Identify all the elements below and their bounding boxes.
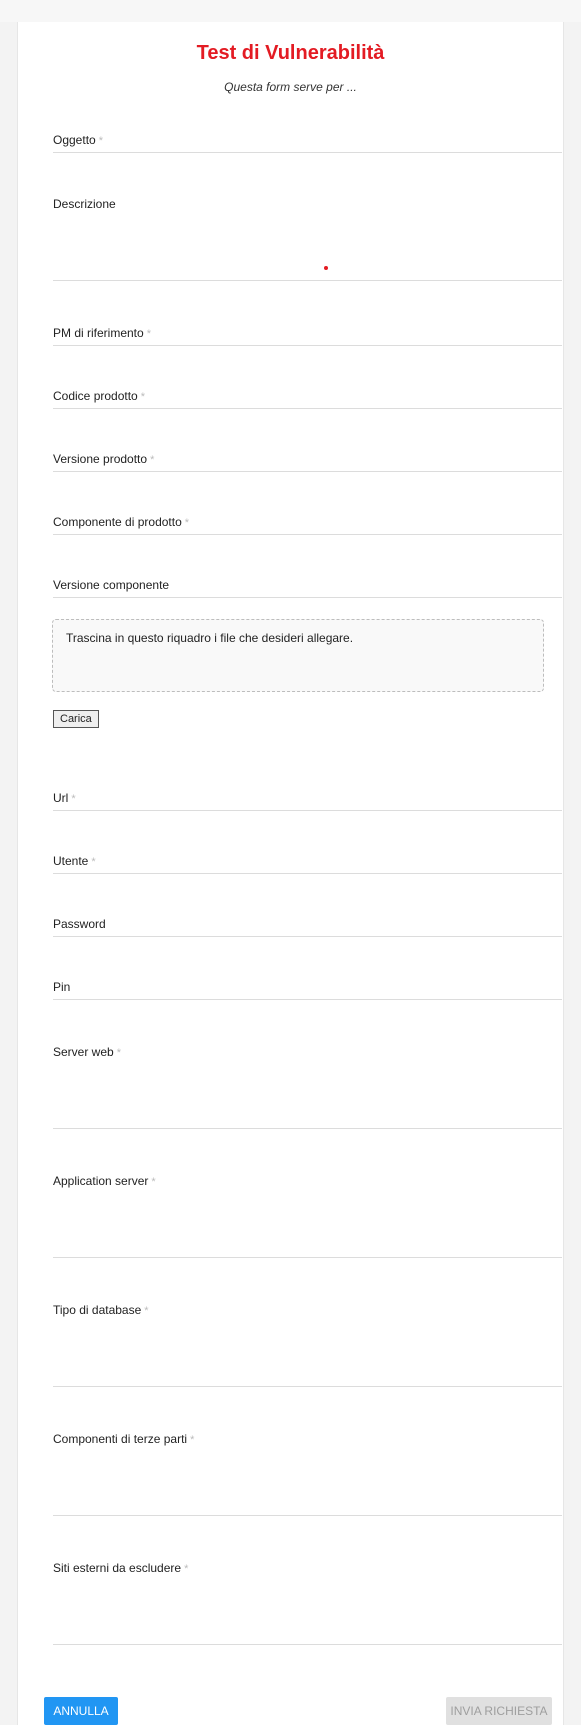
- upload-button[interactable]: Carica: [53, 710, 99, 728]
- versione-prodotto-field[interactable]: Versione prodotto *: [53, 450, 562, 472]
- codice-prodotto-field[interactable]: Codice prodotto *: [53, 387, 562, 409]
- utente-field[interactable]: Utente *: [53, 852, 562, 874]
- required-marker: *: [144, 1305, 149, 1317]
- url-label: Url: [53, 791, 69, 805]
- application-server-field[interactable]: Application server *: [53, 1172, 562, 1258]
- terze-parti-field[interactable]: Componenti di terze parti *: [53, 1430, 562, 1516]
- form-subtitle: Questa form serve per ...: [224, 80, 357, 94]
- required-marker: *: [91, 856, 96, 868]
- field-underline: [53, 936, 562, 937]
- componente-prodotto-label: Componente di prodotto: [53, 515, 182, 529]
- descrizione-label: Descrizione: [53, 197, 116, 211]
- field-underline: [53, 873, 562, 874]
- oggetto-label: Oggetto: [53, 133, 96, 147]
- submit-button[interactable]: INVIA RICHIESTA: [446, 1697, 552, 1725]
- field-underline: [53, 408, 562, 409]
- descrizione-field[interactable]: Descrizione: [53, 195, 562, 281]
- form-card: Test di Vulnerabilità Questa form serve …: [17, 22, 564, 1725]
- required-marker: *: [184, 517, 190, 529]
- field-underline: [53, 1128, 562, 1129]
- pin-label: Pin: [53, 980, 71, 994]
- dropzone-text: Trascina in questo riquadro i file che d…: [66, 631, 354, 645]
- password-field[interactable]: Password: [53, 915, 562, 937]
- cancel-button[interactable]: ANNULLA: [44, 1697, 118, 1725]
- terze-parti-label: Componenti di terze parti: [53, 1432, 188, 1446]
- pin-field[interactable]: Pin: [53, 978, 562, 1000]
- field-underline: [53, 1257, 562, 1258]
- file-dropzone[interactable]: Trascina in questo riquadro i file che d…: [52, 619, 544, 692]
- required-marker: *: [98, 135, 103, 147]
- application-server-label: Application server: [53, 1174, 149, 1188]
- componente-prodotto-field[interactable]: Componente di prodotto *: [53, 513, 562, 535]
- top-bar: [0, 0, 581, 22]
- field-underline: [53, 1644, 562, 1645]
- siti-esterni-label: Siti esterni da escludere: [53, 1561, 182, 1575]
- required-marker: *: [184, 1563, 189, 1575]
- field-underline: [53, 152, 562, 153]
- required-marker: *: [150, 454, 155, 466]
- siti-esterni-field[interactable]: Siti esterni da escludere *: [53, 1559, 562, 1645]
- versione-prodotto-label: Versione prodotto: [53, 452, 148, 466]
- field-underline: [53, 597, 562, 598]
- server-web-label: Server web: [53, 1045, 114, 1059]
- required-marker: *: [190, 1434, 195, 1446]
- utente-label: Utente: [53, 854, 89, 868]
- tipo-database-field[interactable]: Tipo di database *: [53, 1301, 562, 1387]
- required-marker: *: [151, 1176, 156, 1188]
- form-title: Test di Vulnerabilità: [196, 42, 385, 64]
- pm-field[interactable]: PM di riferimento *: [53, 324, 562, 346]
- field-underline: [53, 999, 562, 1000]
- tipo-database-label: Tipo di database: [53, 1303, 142, 1317]
- versione-componente-field[interactable]: Versione componente: [53, 576, 562, 598]
- field-underline: [53, 1386, 562, 1387]
- field-underline: [53, 471, 562, 472]
- codice-prodotto-label: Codice prodotto: [53, 389, 138, 403]
- required-marker: *: [116, 1047, 121, 1059]
- required-marker: *: [71, 793, 76, 805]
- versione-componente-label: Versione componente: [53, 578, 170, 592]
- oggetto-field[interactable]: Oggetto *: [53, 131, 562, 153]
- required-marker: *: [146, 328, 151, 340]
- pm-label: PM di riferimento: [53, 326, 144, 340]
- url-field[interactable]: Url *: [53, 789, 562, 811]
- field-underline: [53, 280, 562, 281]
- required-marker: *: [140, 391, 146, 403]
- password-label: Password: [53, 917, 106, 931]
- field-underline: [53, 345, 562, 346]
- field-underline: [53, 1515, 562, 1516]
- required-dot: [324, 266, 328, 270]
- server-web-field[interactable]: Server web *: [53, 1043, 562, 1129]
- field-underline: [53, 534, 562, 535]
- field-underline: [53, 810, 562, 811]
